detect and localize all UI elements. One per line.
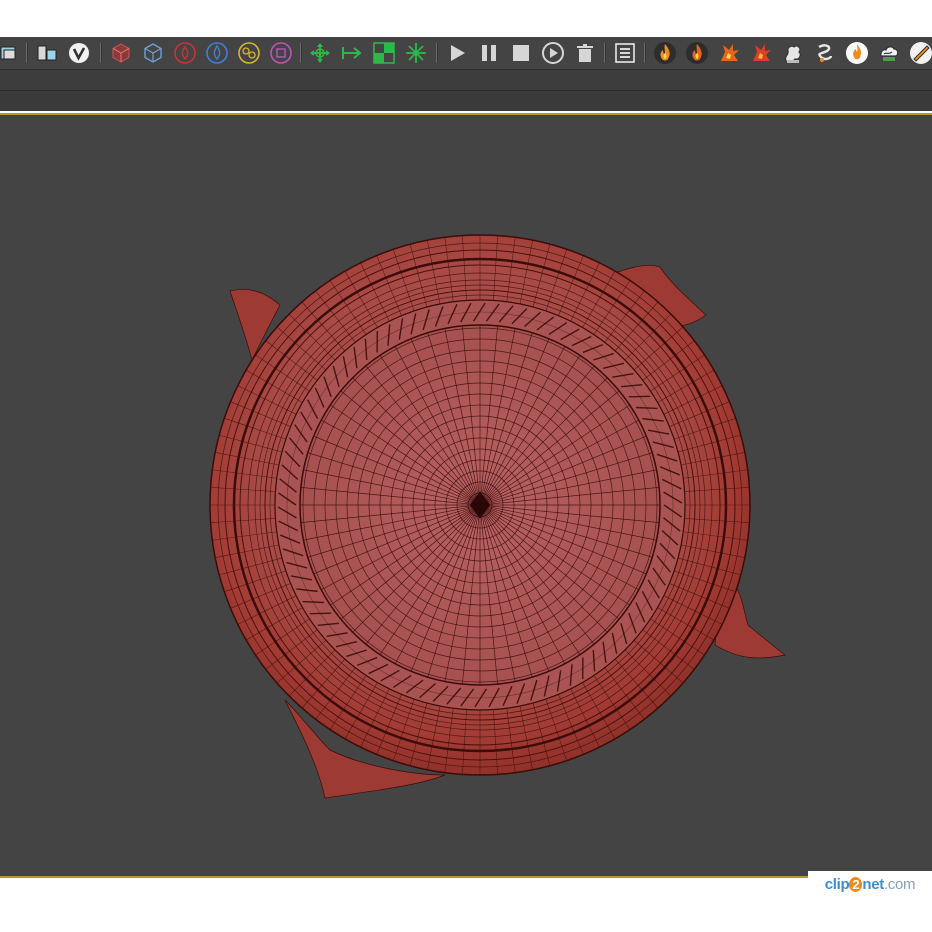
main-toolbar xyxy=(0,37,932,70)
smoke-icon[interactable] xyxy=(812,41,838,65)
move-gizmo-icon[interactable] xyxy=(307,41,333,65)
watermark-text-com: .com xyxy=(883,875,916,893)
explosion-icon[interactable] xyxy=(716,41,742,65)
flame-icon[interactable] xyxy=(844,41,870,65)
vray-logo-icon[interactable] xyxy=(66,41,92,65)
app-window: { "toolbar": { "groups": [ { "name": "sc… xyxy=(0,0,932,932)
trash-icon[interactable] xyxy=(572,41,598,65)
box-icon[interactable] xyxy=(108,41,134,65)
wire-box-icon[interactable] xyxy=(140,41,166,65)
watermark-text-net: net xyxy=(862,875,884,893)
watermark-text-clip: clip xyxy=(824,875,850,893)
pause-icon[interactable] xyxy=(476,41,502,65)
viewport[interactable] xyxy=(0,113,932,878)
smoke-icon[interactable] xyxy=(780,41,806,65)
explosion-icon[interactable] xyxy=(748,41,774,65)
stop-icon[interactable] xyxy=(508,41,534,65)
water-drop-icon[interactable] xyxy=(204,41,230,65)
viewport-header-bar xyxy=(0,91,932,111)
fire-icon[interactable] xyxy=(652,41,678,65)
play-circle-icon[interactable] xyxy=(540,41,566,65)
play-icon[interactable] xyxy=(444,41,470,65)
list-icon[interactable] xyxy=(612,41,638,65)
starburst-icon[interactable] xyxy=(403,41,429,65)
watermark-logo: clip 2 net .com xyxy=(808,871,932,897)
particles-icon[interactable] xyxy=(236,41,262,65)
scene-layers-icon[interactable] xyxy=(0,41,20,65)
arrow-right-icon[interactable] xyxy=(339,41,365,65)
fire-circle-icon[interactable] xyxy=(172,41,198,65)
brush-icon[interactable] xyxy=(908,41,932,65)
smoke-icon[interactable] xyxy=(876,41,902,65)
scene-explorer-icon[interactable] xyxy=(34,41,60,65)
watermark-text-2: 2 xyxy=(849,876,863,892)
fire-icon[interactable] xyxy=(684,41,710,65)
cube-circle-icon[interactable] xyxy=(268,41,294,65)
viewport-canvas[interactable] xyxy=(0,115,932,876)
command-ribbon xyxy=(0,70,932,91)
wireframe-pot-model xyxy=(209,234,751,776)
checker-grid-icon[interactable] xyxy=(371,41,397,65)
